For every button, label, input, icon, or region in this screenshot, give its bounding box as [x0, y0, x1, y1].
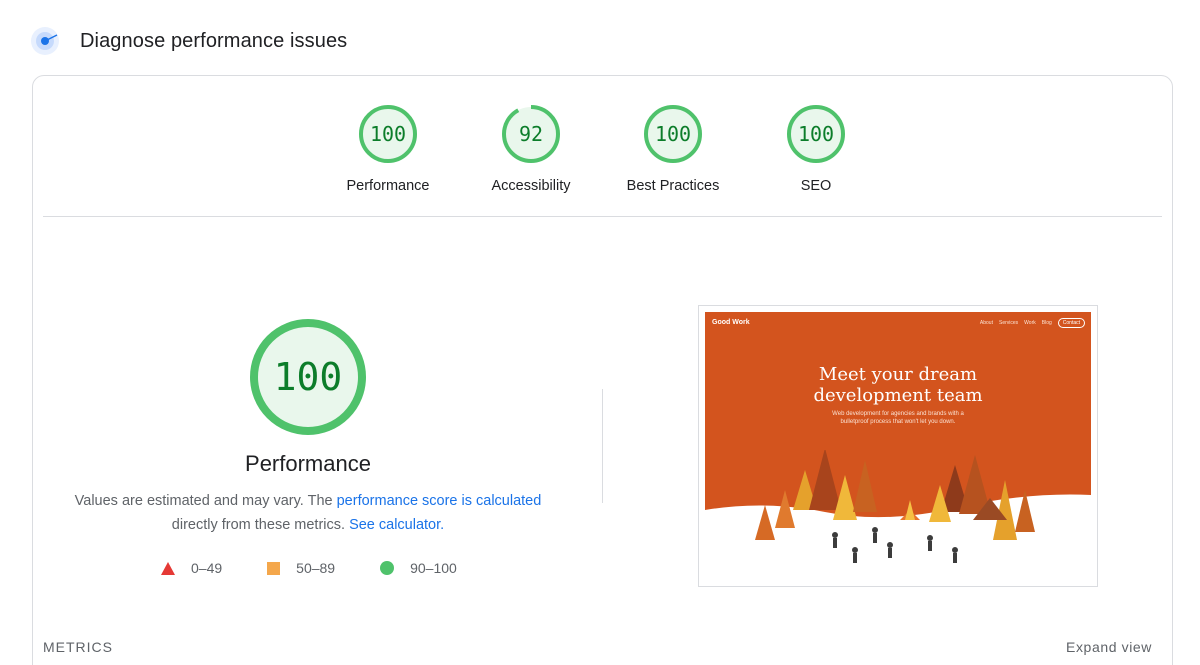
desc-text: directly from these metrics. — [171, 517, 350, 533]
gauge-ring: 100 — [787, 105, 845, 163]
screenshot-nav-item: About — [979, 320, 993, 326]
gauge-score: 92 — [519, 122, 543, 146]
screenshot-nav-item: Work — [1024, 320, 1036, 326]
square-icon — [267, 561, 281, 575]
final-screenshot[interactable]: Good Work About Services Work Blog Conta… — [698, 305, 1098, 587]
screenshot-subtitle: Web development for agencies and brands … — [705, 410, 1091, 426]
subtitle-line: Web development for agencies and brands … — [832, 411, 964, 417]
gauge-seo[interactable]: 100 SEO — [741, 104, 891, 194]
page-title: Diagnose performance issues — [80, 29, 348, 52]
gauge-label: Performance — [346, 178, 430, 194]
section-divider — [43, 216, 1162, 217]
gauge-label: Best Practices — [626, 178, 720, 194]
category-gauges: 100 Performance 92 Accessibility 100 Bes… — [33, 104, 1172, 204]
radar-icon — [31, 27, 59, 55]
performance-score: 100 — [274, 355, 343, 399]
report-card: 100 Performance 92 Accessibility 100 Bes… — [32, 75, 1173, 665]
gauge-label: Accessibility — [491, 178, 571, 194]
score-legend: 0–49 50–89 90–100 — [161, 560, 502, 576]
gauge-ring: 100 — [359, 105, 417, 163]
screenshot-nav: About Services Work Blog Contact — [974, 318, 1085, 328]
legend-item-pass: 90–100 — [380, 560, 457, 576]
desc-text: Values are estimated and may vary. The — [74, 493, 337, 509]
campfire-illustration — [705, 450, 1091, 580]
see-calculator-link[interactable]: See calculator. — [349, 517, 444, 533]
circle-icon — [380, 561, 395, 575]
gauge-label: SEO — [800, 178, 832, 194]
gauge-ring: 100 — [644, 105, 702, 163]
headline-line: Meet your dream — [818, 364, 978, 385]
vertical-separator — [602, 389, 603, 503]
screenshot-nav-item: Services — [998, 320, 1019, 326]
triangle-icon — [161, 561, 175, 575]
legend-range: 50–89 — [296, 560, 336, 576]
legend-range: 90–100 — [410, 560, 457, 576]
screenshot-headline: Meet your dream development team — [705, 364, 1091, 406]
headline-line: development team — [813, 385, 983, 406]
gauge-performance[interactable]: 100 Performance — [313, 104, 463, 194]
section-header: Diagnose performance issues — [30, 26, 347, 56]
performance-big-gauge: 100 — [250, 319, 366, 435]
score-description: Values are estimated and may vary. The p… — [33, 489, 583, 537]
gauge-accessibility[interactable]: 92 Accessibility — [456, 104, 606, 194]
gauge-ring: 92 — [502, 105, 560, 163]
screenshot-preview: Good Work About Services Work Blog Conta… — [705, 312, 1091, 580]
subtitle-line: bulletproof process that won't let you d… — [840, 419, 956, 425]
gauge-score: 100 — [655, 122, 691, 146]
gauge-score: 100 — [798, 122, 834, 146]
legend-range: 0–49 — [191, 560, 223, 576]
gauge-best-practices[interactable]: 100 Best Practices — [598, 104, 748, 194]
performance-title: Performance — [245, 451, 371, 476]
expand-view-button[interactable]: Expand view — [1066, 639, 1152, 655]
metrics-heading: METRICS — [43, 639, 113, 655]
screenshot-brand: Good Work — [712, 319, 750, 326]
screenshot-nav-item: Blog — [1041, 320, 1052, 326]
screenshot-contact: Contact — [1057, 318, 1085, 328]
score-calculation-link[interactable]: performance score is calculated — [337, 493, 542, 509]
legend-item-average: 50–89 — [267, 560, 335, 576]
gauge-score: 100 — [370, 122, 406, 146]
legend-item-fail: 0–49 — [161, 560, 222, 576]
